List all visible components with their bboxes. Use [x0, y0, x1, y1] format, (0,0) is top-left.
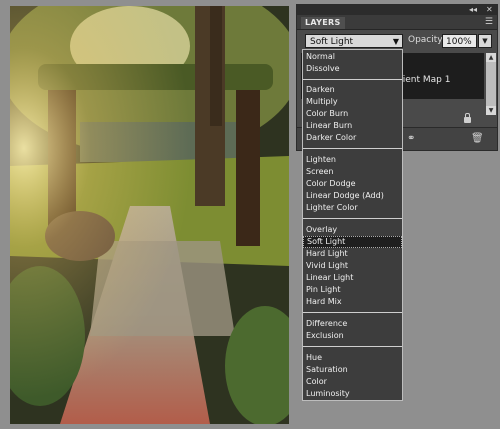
panel-tab-bar: LAYERS ☰ [297, 15, 497, 30]
chevron-down-icon: ▼ [392, 37, 399, 46]
menu-item-normal[interactable]: Normal [303, 51, 402, 63]
menu-item-lighter-color[interactable]: Lighter Color [303, 202, 402, 214]
menu-separator [303, 79, 402, 80]
scroll-down-icon[interactable]: ▼ [486, 106, 496, 115]
menu-item-vivid-light[interactable]: Vivid Light [303, 260, 402, 272]
menu-item-dissolve[interactable]: Dissolve [303, 63, 402, 75]
tab-layers[interactable]: LAYERS [301, 17, 345, 29]
close-panel-icon[interactable]: ✕ [486, 5, 493, 15]
menu-separator [303, 148, 402, 149]
panel-title-strip: ◂◂ ✕ [297, 5, 497, 15]
menu-item-hard-mix[interactable]: Hard Mix [303, 296, 402, 308]
menu-item-color[interactable]: Color [303, 376, 402, 388]
menu-item-pin-light[interactable]: Pin Light [303, 284, 402, 296]
trash-icon[interactable]: 🗑 [471, 133, 484, 144]
menu-item-difference[interactable]: Difference [303, 318, 402, 330]
menu-separator [303, 346, 402, 347]
garden-arch-photo [10, 6, 289, 424]
menu-item-darker-color[interactable]: Darker Color [303, 132, 402, 144]
opacity-label: Opacity: [408, 35, 445, 45]
menu-item-soft-light[interactable]: Soft Light [303, 236, 402, 248]
menu-item-hue[interactable]: Hue [303, 352, 402, 364]
menu-item-linear-light[interactable]: Linear Light [303, 272, 402, 284]
collapse-panel-icon[interactable]: ◂◂ [469, 5, 477, 15]
link-icon[interactable]: ⚭ [407, 133, 415, 144]
opacity-slider-button[interactable]: ▼ [478, 34, 492, 48]
blend-mode-menu: Normal Dissolve Darken Multiply Color Bu… [302, 49, 403, 401]
menu-item-color-burn[interactable]: Color Burn [303, 108, 402, 120]
menu-item-screen[interactable]: Screen [303, 166, 402, 178]
blend-mode-select[interactable]: Soft Light ▼ [305, 34, 403, 48]
layer-options-row: Soft Light ▼ Opacity: 100% ▼ [297, 31, 497, 51]
menu-item-hard-light[interactable]: Hard Light [303, 248, 402, 260]
menu-separator [303, 218, 402, 219]
menu-item-multiply[interactable]: Multiply [303, 96, 402, 108]
menu-item-linear-burn[interactable]: Linear Burn [303, 120, 402, 132]
menu-separator [303, 312, 402, 313]
menu-item-lighten[interactable]: Lighten [303, 154, 402, 166]
menu-item-exclusion[interactable]: Exclusion [303, 330, 402, 342]
menu-item-saturation[interactable]: Saturation [303, 364, 402, 376]
blend-mode-value: Soft Light [310, 37, 354, 47]
scroll-up-icon[interactable]: ▲ [486, 53, 496, 62]
opacity-input[interactable]: 100% [442, 34, 477, 48]
menu-item-darken[interactable]: Darken [303, 84, 402, 96]
layer-list-scrollbar[interactable]: ▲ ▼ [486, 53, 496, 115]
lock-icon[interactable] [464, 113, 471, 123]
menu-item-overlay[interactable]: Overlay [303, 224, 402, 236]
layer-name[interactable]: dient Map 1 [397, 75, 450, 85]
panel-menu-icon[interactable]: ☰ [485, 17, 493, 27]
menu-item-color-dodge[interactable]: Color Dodge [303, 178, 402, 190]
document-image[interactable] [10, 6, 289, 424]
menu-item-luminosity[interactable]: Luminosity [303, 388, 402, 400]
menu-item-linear-dodge[interactable]: Linear Dodge (Add) [303, 190, 402, 202]
